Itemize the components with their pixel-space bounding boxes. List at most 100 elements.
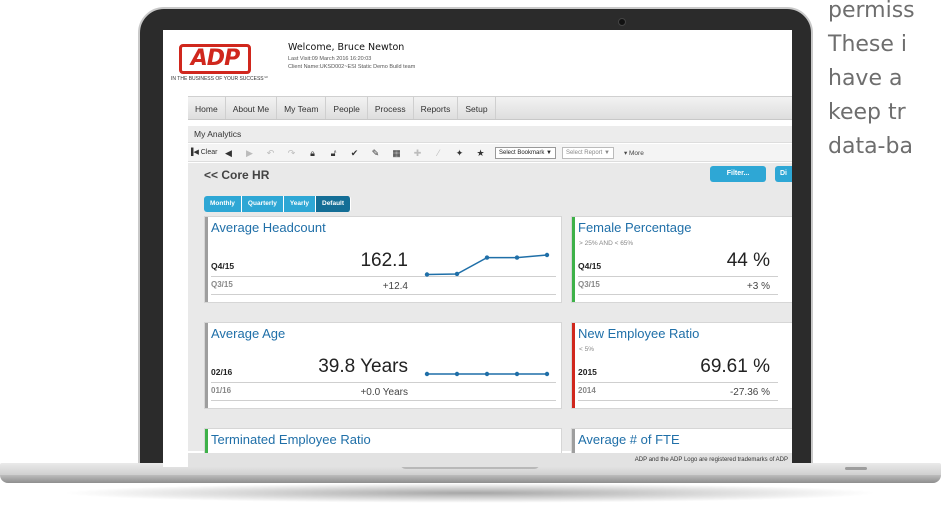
tab-quarterly[interactable]: Quarterly xyxy=(241,196,284,212)
logo-tagline: IN THE BUSINESS OF YOUR SUCCESS℠ xyxy=(171,76,269,82)
sparkline-point xyxy=(514,255,520,260)
side-text-line: keep tr xyxy=(828,100,906,125)
nav-people[interactable]: People xyxy=(326,97,368,119)
period-tabs: Monthly Quarterly Yearly Default xyxy=(204,196,352,212)
change-value: +3 % xyxy=(746,281,770,292)
more-label: More xyxy=(629,149,644,157)
more-menu[interactable]: ▾ More xyxy=(624,149,644,157)
card-subtitle: > 25% AND < 65% xyxy=(579,240,634,247)
bookmark-add-icon[interactable]: ✦ xyxy=(449,144,470,162)
back-icon[interactable]: ◀ xyxy=(218,144,239,162)
current-period: 2015 xyxy=(578,367,597,377)
tab-default[interactable]: Default xyxy=(316,196,352,212)
previous-period: 01/16 xyxy=(211,386,232,395)
logo-mark: ADP xyxy=(179,44,251,74)
side-text-line: have a xyxy=(828,66,903,91)
sparkline-point xyxy=(544,371,550,377)
add-icon[interactable]: ✚ xyxy=(407,144,428,162)
side-text-line: These i xyxy=(828,32,908,57)
nav-process[interactable]: Process xyxy=(368,97,414,119)
bookmark-select-value: Select Bookmark xyxy=(499,149,545,156)
clear-label: Clear xyxy=(200,148,218,156)
client-name: Client Name:UKSD002~ESI Static Demo Buil… xyxy=(288,64,416,70)
sparkline-point xyxy=(454,271,460,277)
bookmark-select[interactable]: Select Bookmark ▼ xyxy=(495,146,556,159)
card-title: Terminated Employee Ratio xyxy=(211,432,371,447)
app-header: ADP IN THE BUSINESS OF YOUR SUCCESS℠ Wel… xyxy=(163,30,792,92)
lock-icon[interactable]: 🔒︎ xyxy=(302,144,323,162)
remove-icon[interactable]: ⁄ xyxy=(428,144,449,162)
nav-about-me[interactable]: About Me xyxy=(226,97,278,119)
di-button[interactable]: Di xyxy=(775,166,792,182)
sparkline xyxy=(424,371,550,377)
trademark-footer: ADP and the ADP Logo are registered trad… xyxy=(188,453,792,467)
edit-icon[interactable]: ✎ xyxy=(365,144,386,162)
side-text-line: permiss xyxy=(828,0,915,23)
nav-my-team[interactable]: My Team xyxy=(277,97,327,119)
current-value: 162.1 xyxy=(360,250,408,271)
chart-icon[interactable]: ▦ xyxy=(386,144,407,162)
first-icon: ▐◀ xyxy=(188,148,199,156)
kpi-card-new-employee-ratio[interactable]: New Employee Ratio < 5% 2015 69.61 % 201… xyxy=(571,322,792,409)
divider xyxy=(578,276,778,277)
card-title: Female Percentage xyxy=(578,220,692,235)
status-bar xyxy=(205,217,208,302)
divider xyxy=(211,294,556,295)
report-select[interactable]: Select Report ▼ xyxy=(561,146,614,159)
current-value: 69.61 % xyxy=(700,356,770,377)
last-visit: Last Visit:09 March 2016 16:20:03 xyxy=(288,56,372,62)
tab-yearly[interactable]: Yearly xyxy=(283,196,316,212)
card-subtitle: < 5% xyxy=(579,346,594,353)
check-icon[interactable]: ✔ xyxy=(344,144,365,162)
filter-button[interactable]: Filter... xyxy=(710,166,766,182)
laptop-base-front xyxy=(0,475,941,483)
nav-setup[interactable]: Setup xyxy=(458,97,496,119)
side-text-line: data-ba xyxy=(828,134,913,159)
adp-logo[interactable]: ADP IN THE BUSINESS OF YOUR SUCCESS℠ xyxy=(171,44,269,84)
sparkline-point xyxy=(424,371,430,377)
status-bar xyxy=(205,323,208,408)
divider xyxy=(578,294,778,295)
sparkline xyxy=(424,252,550,277)
forward-icon[interactable]: ▶ xyxy=(239,144,260,162)
nav-reports[interactable]: Reports xyxy=(414,97,459,119)
change-value: +0.0 Years xyxy=(360,387,408,398)
tab-monthly[interactable]: Monthly xyxy=(204,196,242,212)
previous-period: Q3/15 xyxy=(578,280,600,289)
previous-period: Q3/15 xyxy=(211,280,233,289)
sparkline-point xyxy=(514,371,520,377)
card-title: Average # of FTE xyxy=(578,432,680,447)
divider xyxy=(578,400,778,401)
card-title: Average Headcount xyxy=(211,220,326,235)
unlock-icon[interactable]: 🔓︎ xyxy=(323,144,344,162)
camera-icon xyxy=(618,18,626,26)
kpi-card-average-headcount[interactable]: Average Headcount Q4/15 162.1 Q3/15 +12.… xyxy=(204,216,562,303)
welcome-title: Welcome, Bruce Newton xyxy=(288,42,405,53)
kpi-card-female-percentage[interactable]: Female Percentage > 25% AND < 65% Q4/15 … xyxy=(571,216,792,303)
status-bar xyxy=(572,217,575,302)
section-title: My Analytics xyxy=(188,126,792,143)
sparkline-point xyxy=(484,371,490,377)
current-period: 02/16 xyxy=(211,367,233,377)
redo-icon[interactable]: ↷ xyxy=(281,144,302,162)
divider xyxy=(211,400,556,401)
laptop-screen: ADP IN THE BUSINESS OF YOUR SUCCESS℠ Wel… xyxy=(163,30,792,467)
undo-icon[interactable]: ↶ xyxy=(260,144,281,162)
analytics-toolbar: ▐◀ Clear ◀ ▶ ↶ ↷ 🔒︎ 🔓︎ ✔ ✎ ▦ ✚ ⁄ ✦ ★ Sel… xyxy=(188,144,792,162)
kpi-card-average-age[interactable]: Average Age 02/16 39.8 Years 01/16 +0.0 … xyxy=(204,322,562,409)
bookmark-icon[interactable]: ★ xyxy=(470,144,491,162)
nav-home[interactable]: Home xyxy=(188,97,226,119)
breadcrumb[interactable]: << Core HR xyxy=(204,168,269,182)
report-select-value: Select Report xyxy=(565,149,603,156)
divider xyxy=(578,382,778,383)
current-value: 44 % xyxy=(726,250,770,271)
status-bar xyxy=(572,323,575,408)
previous-period: 2014 xyxy=(578,386,596,395)
change-value: +12.4 xyxy=(382,281,408,292)
sparkline-point xyxy=(484,255,490,260)
dashboard-content: << Core HR Filter... Di Monthly Quarterl… xyxy=(188,163,792,467)
current-period: Q4/15 xyxy=(211,261,235,271)
laptop-shadow xyxy=(60,483,880,503)
clear-button[interactable]: ▐◀ Clear xyxy=(188,144,218,162)
welcome-block: Welcome, Bruce Newton Last Visit:09 Marc… xyxy=(288,42,415,71)
